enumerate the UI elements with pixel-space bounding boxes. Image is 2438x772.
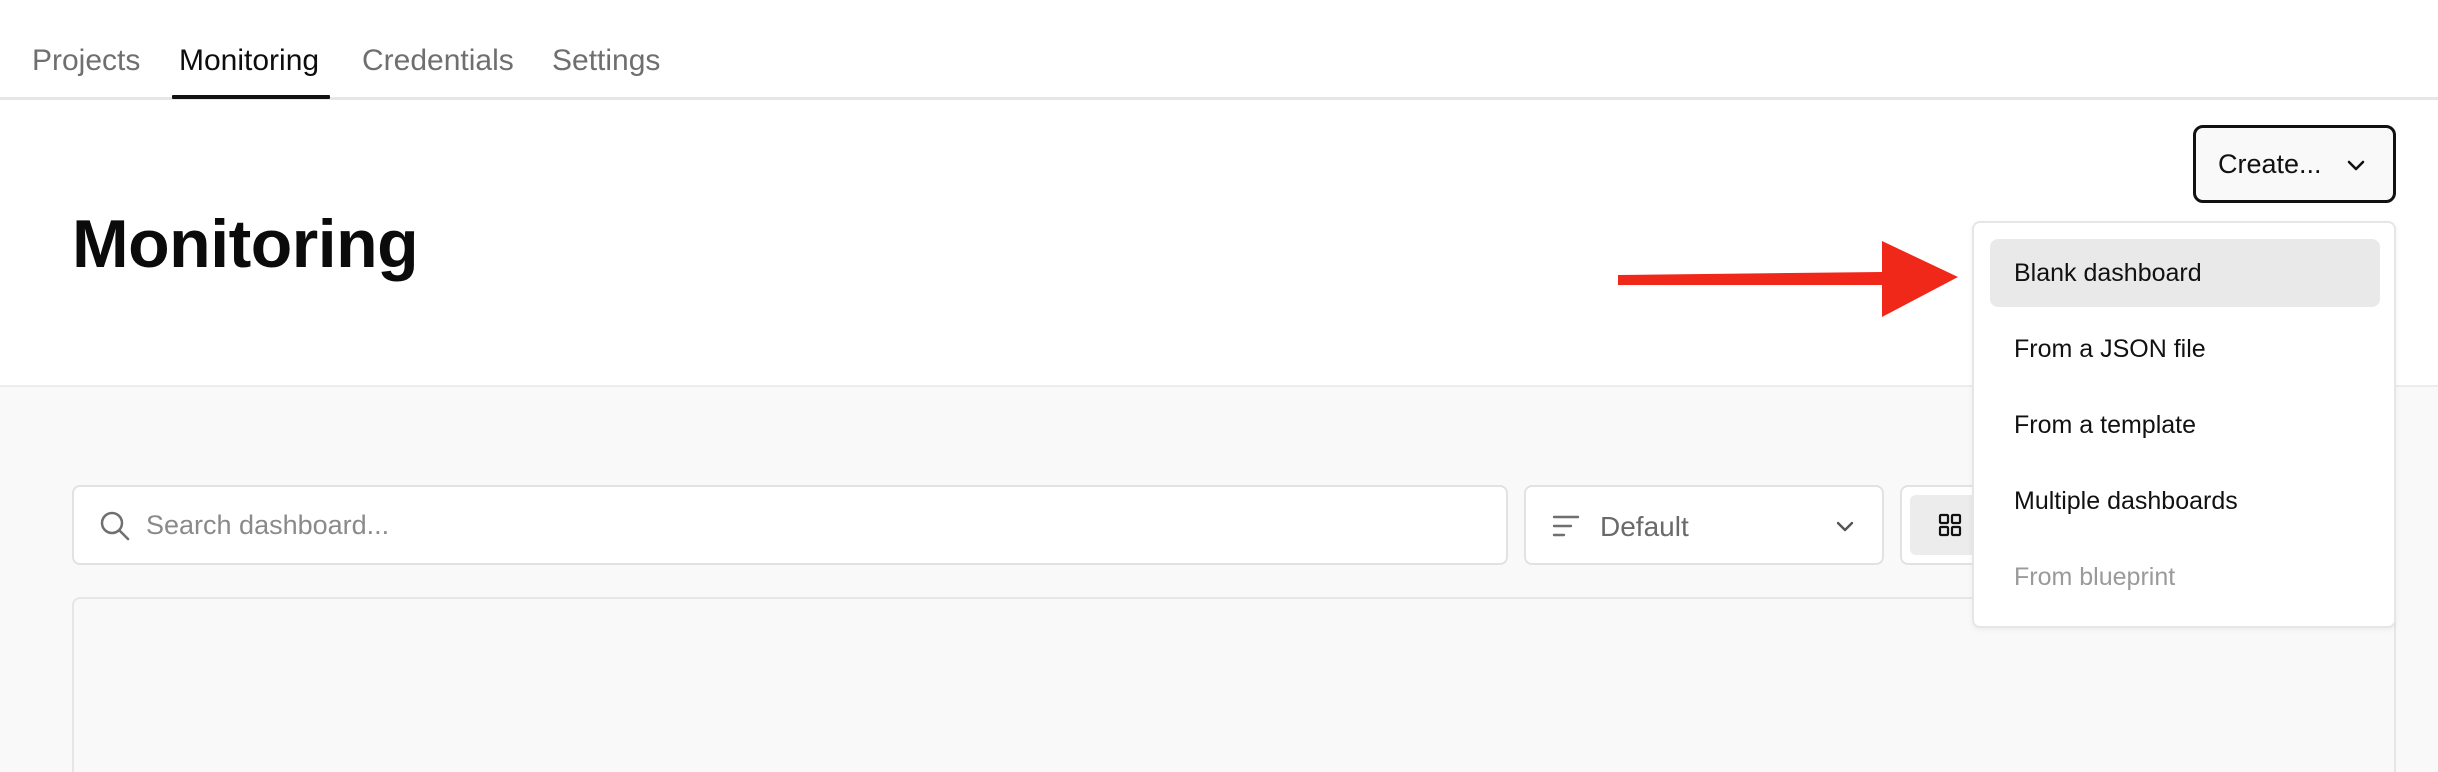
search-input[interactable] [146, 505, 1486, 545]
chevron-down-icon [1836, 521, 1854, 532]
tab-settings[interactable]: Settings [552, 44, 660, 78]
tab-credentials[interactable]: Credentials [362, 44, 514, 78]
create-dropdown-menu: Blank dashboard From a JSON file From a … [1972, 221, 2396, 628]
page-title: Monitoring [72, 206, 419, 282]
search-icon [100, 511, 130, 541]
menu-item-from-template[interactable]: From a template [1990, 391, 2380, 459]
create-button-label: Create... [2218, 148, 2322, 179]
sort-selected-value: Default [1600, 511, 1689, 542]
menu-item-from-json-file[interactable]: From a JSON file [1990, 315, 2380, 383]
search-box [72, 485, 1508, 565]
menu-item-blank-dashboard[interactable]: Blank dashboard [1990, 239, 2380, 307]
menu-item-from-blueprint: From blueprint [2014, 562, 2176, 591]
tab-projects[interactable]: Projects [32, 44, 140, 78]
sort-icon [1552, 515, 1580, 537]
page: Projects Monitoring Credentials Settings… [0, 0, 2438, 772]
chevron-down-icon [2347, 160, 2365, 171]
active-tab-indicator [172, 95, 330, 99]
grid-view-icon [1938, 513, 1962, 537]
tab-monitoring[interactable]: Monitoring [179, 44, 319, 78]
top-tabs: Projects Monitoring Credentials Settings [0, 0, 2438, 100]
menu-item-multiple-dashboards[interactable]: Multiple dashboards [1990, 467, 2380, 535]
create-button[interactable]: Create... [2193, 125, 2396, 203]
sort-select[interactable]: Default [1524, 485, 1884, 565]
arrow-right-icon [1618, 241, 1958, 317]
